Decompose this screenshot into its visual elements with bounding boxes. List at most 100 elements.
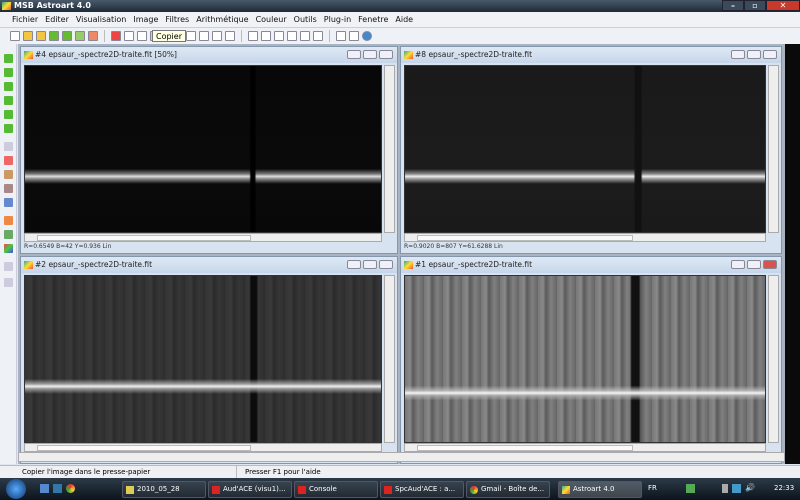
minimize-button[interactable]: – (722, 0, 744, 11)
menu-arithmetique[interactable]: Arithmétique (196, 15, 248, 24)
monitor-icon[interactable] (300, 31, 310, 41)
image-window-2[interactable]: #2 epsaur_-spectre2D-traite.fit (20, 256, 398, 464)
vertical-scrollbar[interactable] (768, 65, 779, 233)
spectrum-image[interactable] (404, 275, 766, 443)
tool-icon[interactable] (4, 170, 13, 179)
spectrum-image[interactable] (404, 65, 766, 233)
tool-icon[interactable] (4, 184, 13, 193)
close-button[interactable] (379, 50, 393, 59)
close-button[interactable] (763, 260, 777, 269)
window-titlebar[interactable]: #8 epsaur_-spectre2D-traite.fit (401, 47, 781, 63)
tool-icon[interactable] (4, 230, 13, 239)
save-as-icon[interactable] (62, 31, 72, 41)
spectrum-image[interactable] (24, 275, 382, 443)
tool-icon[interactable] (4, 142, 13, 151)
vertical-scrollbar[interactable] (768, 275, 779, 443)
minimize-button[interactable] (731, 50, 745, 59)
task-spcaudace[interactable]: SpcAud'ACE : a... (380, 481, 464, 498)
maximize-button[interactable] (747, 260, 761, 269)
scroll-thumb[interactable] (37, 235, 251, 241)
image-window-4[interactable]: #4 epsaur_-spectre2D-traite.fit [50%] R=… (20, 46, 398, 254)
camera-icon[interactable] (349, 31, 359, 41)
sum-icon[interactable] (248, 31, 258, 41)
info-icon[interactable] (225, 31, 235, 41)
new-icon[interactable] (10, 31, 20, 41)
menu-visualisation[interactable]: Visualisation (76, 15, 127, 24)
image-window-8[interactable]: #8 epsaur_-spectre2D-traite.fit R=0.9020… (400, 46, 782, 254)
cut-icon[interactable] (124, 31, 134, 41)
3d-icon[interactable] (212, 31, 222, 41)
task-astroart[interactable]: Astroart 4.0 (558, 481, 642, 498)
maximize-button[interactable] (747, 50, 761, 59)
task-audace-visu[interactable]: Aud'ACE (visu1)... (208, 481, 292, 498)
task-folder[interactable]: 2010_05_28 (122, 481, 206, 498)
tool-icon[interactable] (4, 96, 13, 105)
maximize-button[interactable] (363, 260, 377, 269)
tray-icon[interactable] (732, 484, 741, 493)
scroll-thumb[interactable] (417, 445, 633, 451)
menu-plugin[interactable]: Plug-in (324, 15, 351, 24)
chrome-icon[interactable] (66, 484, 75, 493)
menu-couleur[interactable]: Couleur (256, 15, 287, 24)
menu-editer[interactable]: Editer (45, 15, 69, 24)
tool-icon[interactable] (4, 82, 13, 91)
histogram-icon[interactable] (186, 31, 196, 41)
clock[interactable]: 22:33 (774, 484, 794, 492)
menu-fenetre[interactable]: Fenetre (358, 15, 388, 24)
tool-icon[interactable] (4, 216, 13, 225)
horizontal-scrollbar[interactable] (404, 233, 766, 242)
task-gmail[interactable]: Gmail - Boîte de... (466, 481, 550, 498)
copy-icon[interactable] (137, 31, 147, 41)
minimize-button[interactable] (347, 260, 361, 269)
tool-icon[interactable] (4, 110, 13, 119)
tool-icon[interactable] (4, 262, 13, 271)
save-all-icon[interactable] (75, 31, 85, 41)
tool-icon[interactable] (4, 54, 13, 63)
menu-fichier[interactable]: Fichier (12, 15, 38, 24)
task-console[interactable]: Console (294, 481, 378, 498)
list-icon[interactable] (313, 31, 323, 41)
workspace-horizontal-scrollbar[interactable] (18, 452, 785, 462)
close-button[interactable] (763, 50, 777, 59)
show-desktop-icon[interactable] (40, 484, 49, 493)
vertical-scrollbar[interactable] (384, 65, 395, 233)
menu-aide[interactable]: Aide (395, 15, 413, 24)
start-button[interactable] (6, 479, 26, 499)
menu-filtres[interactable]: Filtres (165, 15, 189, 24)
help-icon[interactable] (362, 31, 372, 41)
switch-windows-icon[interactable] (53, 484, 62, 493)
zoom-out-icon[interactable] (287, 31, 297, 41)
tool-icon[interactable] (4, 68, 13, 77)
horizontal-scrollbar[interactable] (24, 233, 382, 242)
open-multiple-icon[interactable] (36, 31, 46, 41)
tool-icon[interactable] (4, 278, 13, 287)
refresh-icon[interactable] (111, 31, 121, 41)
image-window-1[interactable]: #1 epsaur_-spectre2D-traite.fit (400, 256, 782, 464)
volume-icon[interactable]: 🔊 (745, 483, 755, 492)
spectrum-image[interactable] (24, 65, 382, 233)
horizontal-scrollbar[interactable] (404, 443, 766, 452)
menu-outils[interactable]: Outils (294, 15, 317, 24)
battery-icon[interactable] (722, 484, 728, 493)
profile-icon[interactable] (199, 31, 209, 41)
maximize-button[interactable]: ▫ (744, 0, 766, 11)
vertical-scrollbar[interactable] (384, 275, 395, 443)
save-icon[interactable] (49, 31, 59, 41)
scroll-thumb[interactable] (417, 235, 633, 241)
window-titlebar[interactable]: #4 epsaur_-spectre2D-traite.fit [50%] (21, 47, 397, 63)
horizontal-scrollbar[interactable] (24, 443, 382, 452)
close-button[interactable]: ✕ (766, 0, 800, 11)
menu-image[interactable]: Image (133, 15, 158, 24)
window-titlebar[interactable]: #2 epsaur_-spectre2D-traite.fit (21, 257, 397, 273)
zoom-in-icon[interactable] (274, 31, 284, 41)
close-button[interactable] (379, 260, 393, 269)
minimize-button[interactable] (347, 50, 361, 59)
folder-icon[interactable] (88, 31, 98, 41)
display-icon[interactable] (261, 31, 271, 41)
tool-icon[interactable] (4, 156, 13, 165)
minimize-button[interactable] (731, 260, 745, 269)
tool-icon[interactable] (4, 198, 13, 207)
language-indicator[interactable]: FR (648, 484, 657, 492)
telescope-icon[interactable] (336, 31, 346, 41)
window-titlebar[interactable]: #1 epsaur_-spectre2D-traite.fit (401, 257, 781, 273)
